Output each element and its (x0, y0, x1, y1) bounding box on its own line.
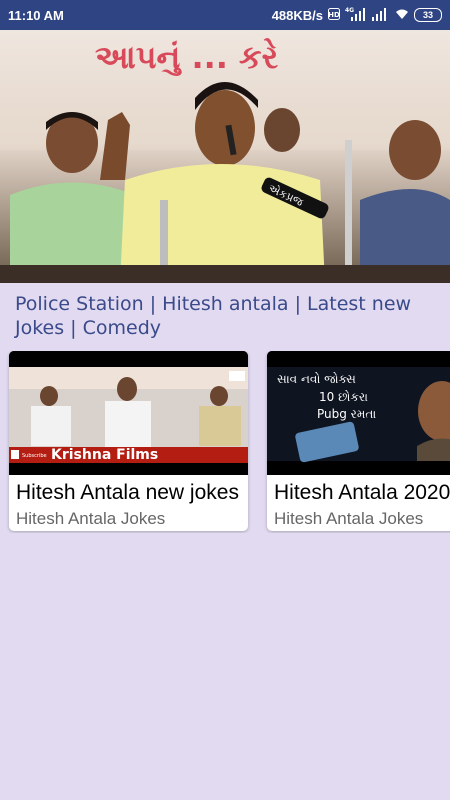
network-type: 4G (345, 7, 354, 14)
thumb-line1: સાવ નવો જોક્સ (277, 372, 356, 386)
video-card-title: Hitesh Antala 2020 (274, 481, 450, 504)
thumb-subscribe: Subscribe (22, 453, 47, 459)
video-title: Police Station | Hitesh antala | Latest … (15, 293, 412, 339)
status-indicators: 488KB/s HD 4G 33 (272, 7, 442, 24)
related-videos-carousel[interactable]: Subscribe Krishna Films Hitesh Antala ne… (0, 351, 450, 533)
video-card-channel: Hitesh Antala Jokes (16, 509, 166, 528)
status-bar: 11:10 AM 488KB/s HD 4G 33 (0, 0, 450, 30)
thumb-line2: 10 છોકરા (319, 390, 368, 404)
thumb-caption: Krishna Films (51, 447, 158, 463)
banner-text: આપનું ... કરે (95, 38, 279, 76)
video-card-channel: Hitesh Antala Jokes (274, 509, 424, 528)
video-card[interactable]: સાવ નવો જોક્સ 10 છોકરા Pubg રમતા Hitesh … (267, 351, 450, 531)
status-time: 11:10 AM (8, 7, 64, 23)
video-card[interactable]: Subscribe Krishna Films Hitesh Antala ne… (9, 351, 248, 531)
video-player[interactable]: આપનું ... કરે એકપ્રજ (0, 30, 450, 283)
wifi-icon (395, 8, 409, 23)
volte-icon: HD (328, 7, 340, 23)
video-thumbnail: Subscribe Krishna Films (9, 351, 248, 475)
battery-icon: 33 (414, 8, 442, 22)
signal-4g-icon: 4G (345, 7, 367, 24)
video-frame: આપનું ... કરે એકપ્રજ (0, 30, 450, 283)
svg-text:HD: HD (328, 11, 340, 19)
video-thumbnail: સાવ નવો જોક્સ 10 છોકરા Pubg રમતા (267, 351, 450, 475)
thumb-line3: Pubg રમતા (317, 407, 376, 421)
signal-icon (372, 7, 390, 24)
video-card-title: Hitesh Antala new jokes (16, 481, 239, 504)
network-speed: 488KB/s (271, 7, 323, 23)
